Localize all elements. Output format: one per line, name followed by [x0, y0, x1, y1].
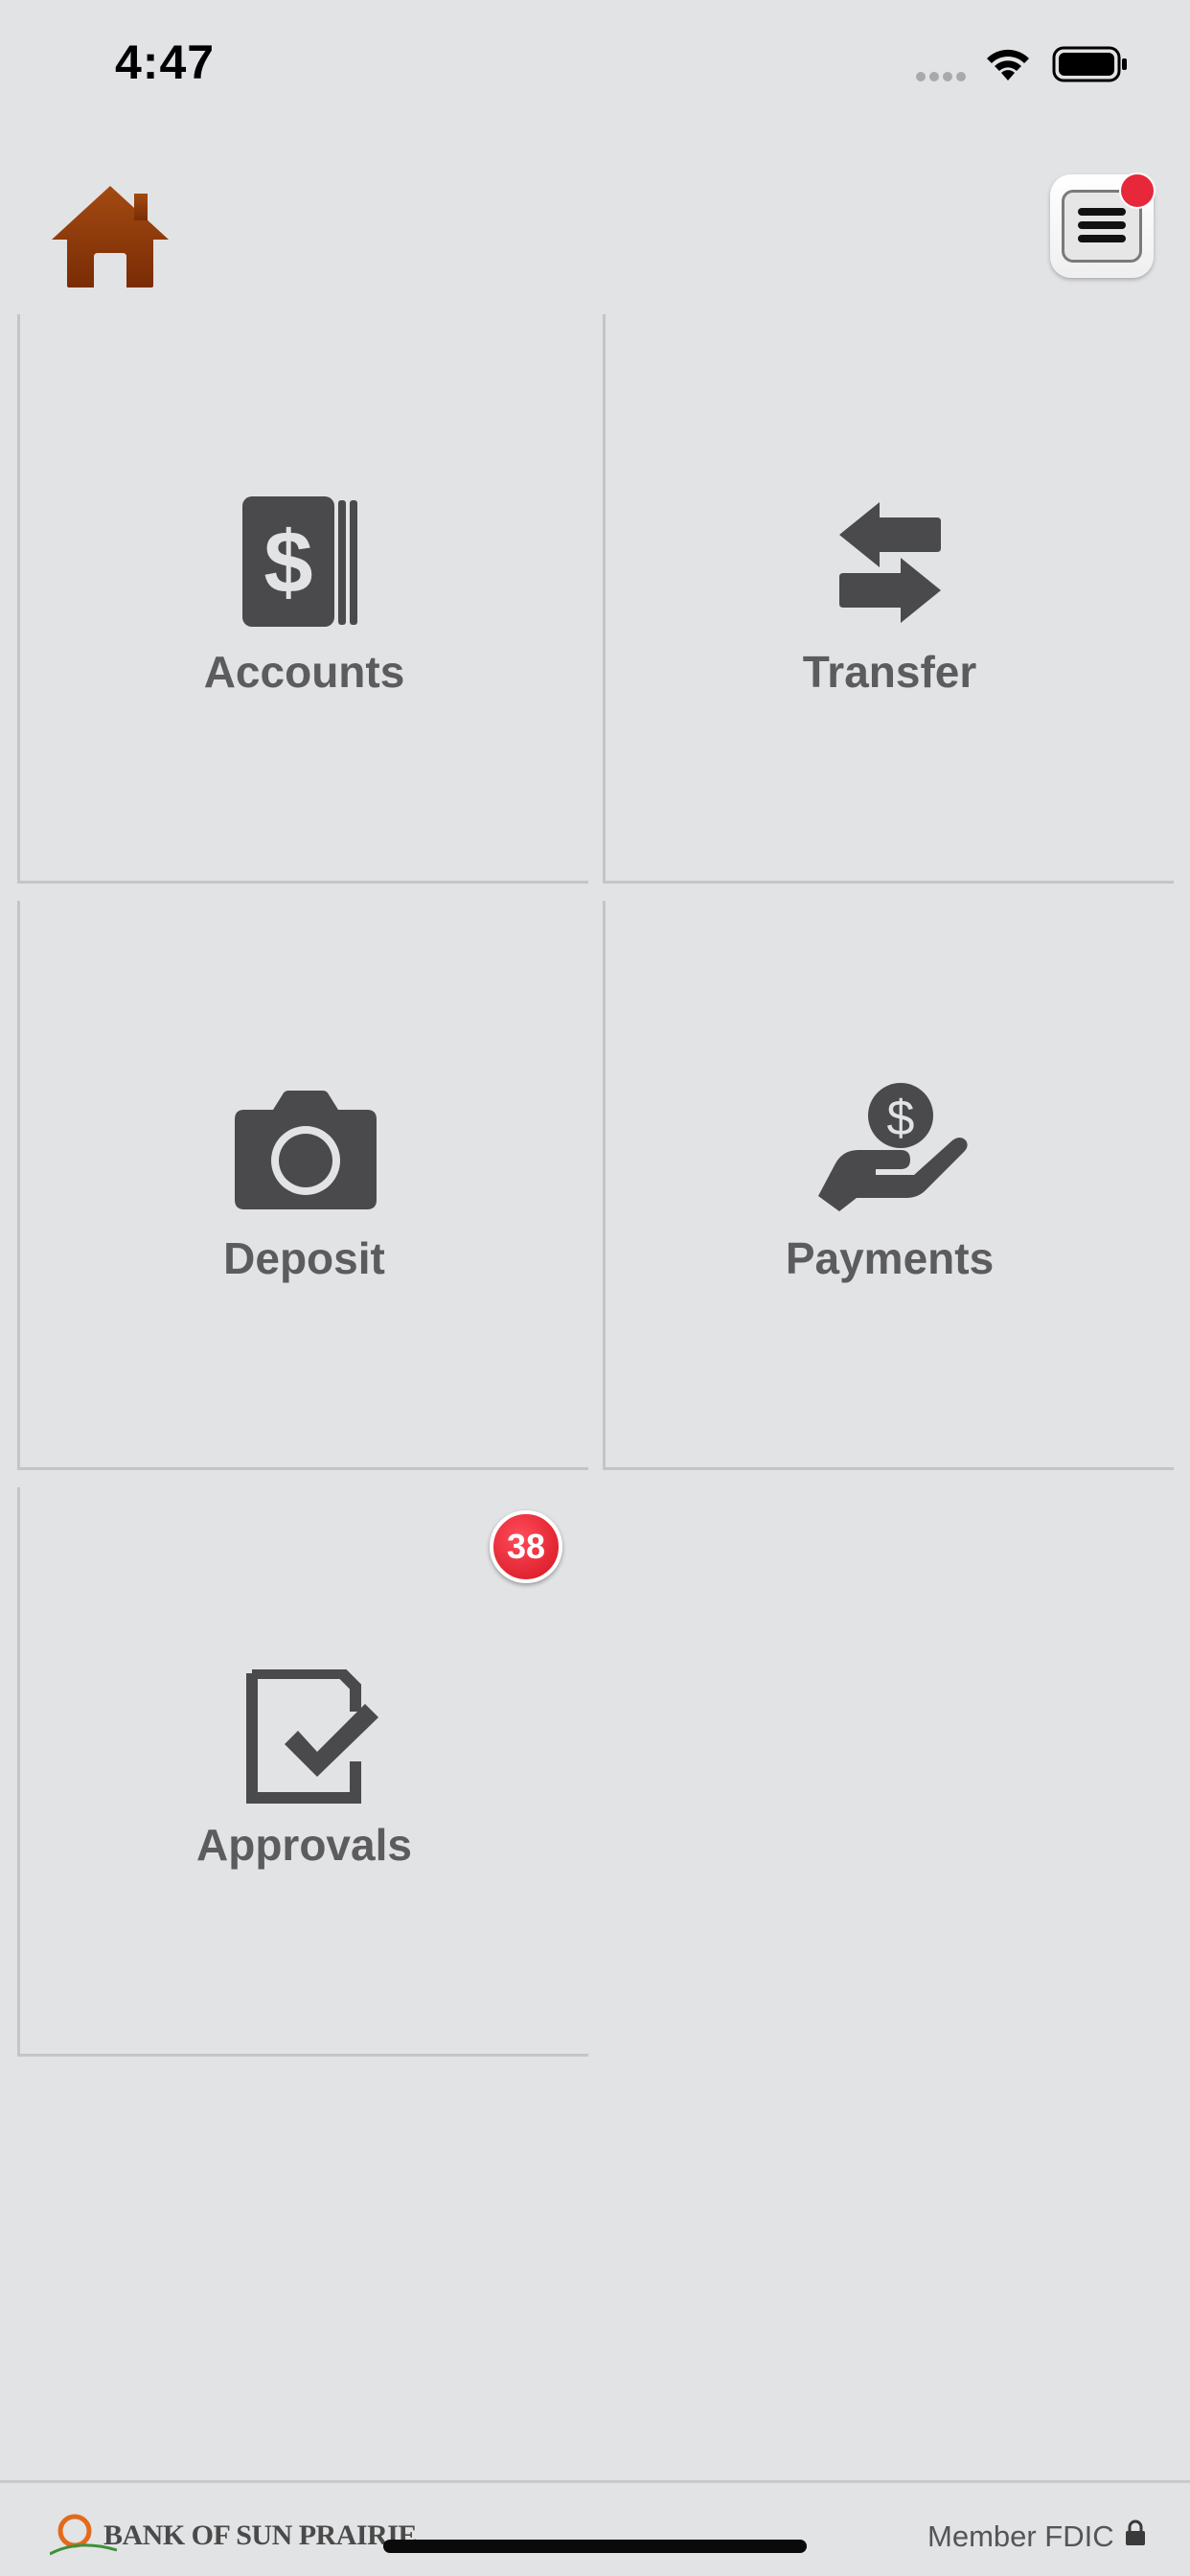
- menu-notification-dot: [1119, 172, 1156, 209]
- home-icon[interactable]: [50, 182, 171, 289]
- transfer-arrows-icon: [839, 502, 941, 623]
- tile-accounts[interactable]: $ Accounts: [17, 314, 588, 884]
- svg-text:$: $: [887, 1091, 915, 1146]
- tile-payments-label: Payments: [785, 1233, 995, 1283]
- member-fdic: Member FDIC: [927, 2519, 1114, 2553]
- tile-approvals[interactable]: Approvals 38: [17, 1487, 588, 2057]
- footer: BANK OF SUN PRAIRIE Member FDIC: [0, 2480, 1190, 2576]
- tile-accounts-label: Accounts: [203, 647, 405, 697]
- wifi-icon: [987, 49, 1029, 80]
- hand-dollar-icon: $: [818, 1083, 968, 1211]
- tile-deposit-label: Deposit: [223, 1233, 385, 1283]
- tile-payments[interactable]: $ Payments: [603, 901, 1174, 1470]
- tile-approvals-label: Approvals: [196, 1820, 412, 1870]
- tile-deposit[interactable]: Deposit: [17, 901, 588, 1470]
- svg-text:$: $: [263, 514, 312, 611]
- status-time: 4:47: [115, 35, 216, 89]
- tile-transfer[interactable]: Transfer: [603, 314, 1174, 884]
- lock-icon: [1126, 2519, 1145, 2545]
- battery-icon: [1052, 46, 1127, 82]
- tile-transfer-label: Transfer: [802, 647, 977, 697]
- bank-name: BANK OF SUN PRAIRIE: [103, 2519, 417, 2551]
- dollar-bills-icon: $: [242, 496, 357, 627]
- signal-dots-icon: [916, 69, 970, 86]
- status-bar: 4:47: [0, 0, 1190, 134]
- checklist-icon: [246, 1669, 378, 1804]
- home-indicator[interactable]: [383, 2540, 807, 2553]
- approvals-badge: 38: [490, 1510, 562, 1583]
- camera-icon: [235, 1091, 377, 1209]
